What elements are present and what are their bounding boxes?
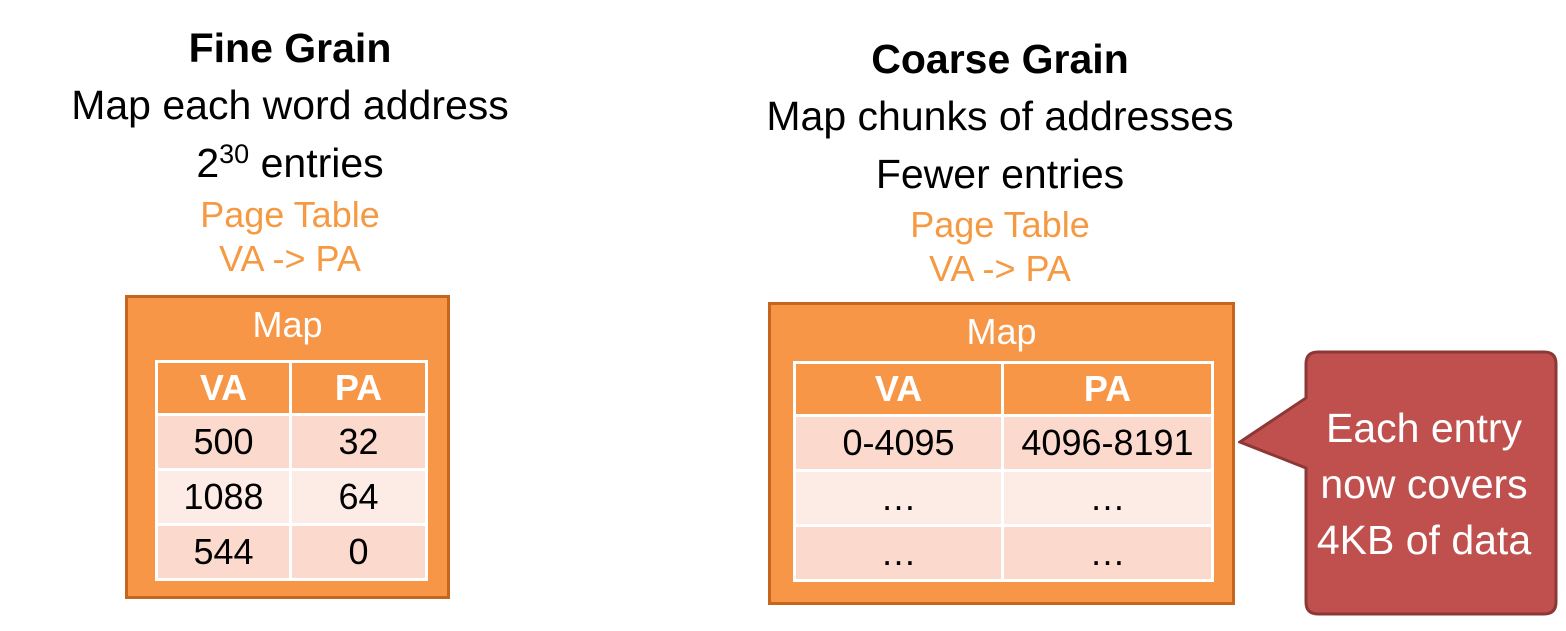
entries-exponent: 30 xyxy=(219,139,250,169)
coarse-page-table-mapping: VA -> PA xyxy=(929,248,1071,289)
coarse-header-pa: PA xyxy=(1001,361,1214,417)
fine-cell-pa: 0 xyxy=(289,523,428,581)
coarse-header-va: VA xyxy=(793,361,1004,417)
callout-text: Each entry now covers 4KB of data xyxy=(1298,400,1550,568)
fine-map-box: Map VA PA 500 32 1088 64 544 0 xyxy=(125,295,450,599)
fine-header-va: VA xyxy=(155,360,292,416)
table-row: … … xyxy=(793,469,1214,527)
entries-suffix: entries xyxy=(249,140,384,186)
fine-cell-pa: 64 xyxy=(289,468,428,526)
coarse-cell-pa: … xyxy=(1001,524,1214,582)
table-row: 500 32 xyxy=(155,413,428,471)
fine-page-table-label: Page Table xyxy=(200,194,380,235)
coarse-map-title: Map xyxy=(966,311,1037,352)
coarse-map-box: Map VA PA 0-4095 4096-8191 … … … … xyxy=(768,302,1235,605)
coarse-cell-pa: 4096-8191 xyxy=(1001,414,1214,472)
coarse-map-table: VA PA 0-4095 4096-8191 … … … … xyxy=(793,361,1214,582)
coarse-cell-va: … xyxy=(793,469,1004,527)
table-row: 544 0 xyxy=(155,523,428,581)
fine-cell-va: 544 xyxy=(155,523,292,581)
fine-grain-description: Map each word address xyxy=(71,82,509,128)
coarse-grain-entries: Fewer entries xyxy=(875,151,1125,197)
coarse-grain-title: Coarse Grain xyxy=(871,36,1129,82)
coarse-cell-pa: … xyxy=(1001,469,1214,527)
coarse-grain-description: Map chunks of addresses xyxy=(766,93,1234,139)
fine-cell-va: 1088 xyxy=(155,468,292,526)
fine-map-table: VA PA 500 32 1088 64 544 0 xyxy=(155,360,428,581)
callout-line: 4KB of data xyxy=(1316,517,1532,563)
coarse-page-table-label: Page Table xyxy=(910,204,1090,245)
table-row: … … xyxy=(793,524,1214,582)
fine-header-pa: PA xyxy=(289,360,428,416)
table-row: 1088 64 xyxy=(155,468,428,526)
entries-base: 2 xyxy=(196,140,220,186)
coarse-cell-va: 0-4095 xyxy=(793,414,1004,472)
fine-cell-va: 500 xyxy=(155,413,292,471)
callout-line: Each entry xyxy=(1326,405,1522,451)
fine-cell-pa: 32 xyxy=(289,413,428,471)
fine-map-title: Map xyxy=(252,304,323,345)
fine-page-table-mapping: VA -> PA xyxy=(219,238,361,279)
table-row: 0-4095 4096-8191 xyxy=(793,414,1214,472)
fine-grain-title: Fine Grain xyxy=(188,25,392,71)
coarse-cell-va: … xyxy=(793,524,1004,582)
fine-grain-entries: 230 entries xyxy=(40,139,540,187)
callout-line: now covers xyxy=(1320,461,1528,507)
